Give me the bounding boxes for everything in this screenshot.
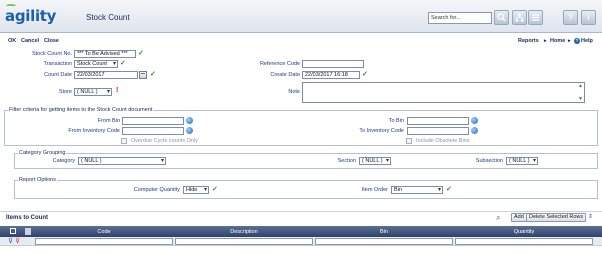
from-bin-field[interactable]	[122, 117, 184, 125]
list-icon	[531, 14, 540, 21]
description-filter-input[interactable]	[175, 238, 313, 245]
overdue-checkbox[interactable]	[121, 138, 127, 144]
ok-button[interactable]: OK	[8, 38, 16, 44]
info-icon: i	[587, 13, 590, 22]
bin-filter-input[interactable]	[315, 238, 453, 245]
stock-count-no-label: Stock Count No.	[31, 51, 72, 57]
create-date-field[interactable]: 22/03/2017 16:18	[302, 71, 360, 79]
clear-filter-icon[interactable]: ⊽	[15, 237, 20, 245]
add-button[interactable]: Add	[511, 213, 527, 222]
collapse-icon[interactable]: ⇕	[588, 213, 593, 220]
section-label: Section	[337, 158, 356, 164]
home-link[interactable]: Home	[550, 38, 565, 44]
report-options-title: Report Options	[18, 177, 57, 183]
to-inventory-code-label: To Inventory Code	[359, 128, 404, 134]
obsolete-bins-label: Include Obsolete Bins	[416, 138, 470, 144]
question-icon: ?	[568, 13, 573, 22]
calendar-icon[interactable]	[139, 71, 147, 79]
count-date-label: Count Date	[44, 72, 72, 78]
valid-check-icon: ✓	[212, 186, 218, 193]
to-bin-field[interactable]	[407, 117, 469, 125]
from-bin-label: From Bin	[97, 118, 120, 124]
quantity-filter-input[interactable]	[455, 238, 593, 245]
from-inventory-code-field[interactable]	[122, 127, 184, 135]
required-icon: !	[116, 87, 119, 94]
obsolete-bins-checkbox[interactable]	[406, 138, 412, 144]
computer-quantity-select[interactable]: Hide	[183, 186, 209, 194]
column-header-bin[interactable]: Bin	[314, 229, 454, 235]
reference-code-label: Reference Code	[259, 61, 300, 67]
delete-selected-rows-button[interactable]: Delete Selected Rows	[526, 213, 587, 222]
menu-bar: OK Cancel Close Reports ▸ Home ▸ ? Help	[0, 37, 602, 46]
search-icon	[497, 13, 506, 22]
binoculars-icon[interactable]: ⌕	[496, 213, 500, 223]
item-order-label: Item Order	[361, 187, 388, 193]
items-title: Items to Count	[6, 215, 48, 221]
category-label: Category	[52, 158, 75, 164]
items-grid-filter-row: ⊽ ⊽	[0, 237, 602, 246]
valid-check-icon: ✓	[150, 71, 156, 78]
lookup-icon[interactable]	[186, 127, 193, 134]
reports-menu[interactable]: Reports	[518, 38, 539, 44]
section-select[interactable]: ( NULL )	[359, 157, 391, 165]
report-options-group	[14, 180, 598, 199]
search-button[interactable]	[494, 10, 509, 25]
column-header-description[interactable]: Description	[174, 229, 314, 235]
from-inventory-code-label: From Inventory Code	[68, 128, 120, 134]
reference-code-field[interactable]	[302, 60, 364, 68]
transaction-label: Transaction	[43, 61, 72, 67]
logo: agility	[5, 7, 57, 25]
to-bin-label: To Bin	[388, 118, 404, 124]
item-order-select[interactable]: Bin	[391, 186, 443, 194]
store-select[interactable]: ( NULL )	[74, 88, 112, 96]
network-button[interactable]	[512, 10, 527, 25]
items-grid-header: Code Description Bin Quantity	[0, 226, 602, 237]
scroll-up-icon[interactable]: ▲	[578, 83, 583, 89]
valid-check-icon: ✓	[446, 186, 452, 193]
lookup-icon[interactable]	[471, 127, 478, 134]
filter-group-title: Filter criteria for getting items to the…	[8, 107, 154, 113]
subsection-label: Subsection	[475, 158, 503, 164]
to-inventory-code-field[interactable]	[407, 127, 469, 135]
category-select[interactable]: ( NULL )	[78, 157, 166, 165]
page-title: Stock Count	[86, 13, 130, 22]
info-button[interactable]: i	[581, 10, 596, 25]
column-header-code[interactable]: Code	[34, 229, 174, 235]
document-icon[interactable]	[25, 228, 31, 235]
store-label: Store	[58, 89, 72, 95]
code-filter-input[interactable]	[35, 238, 173, 245]
subsection-select[interactable]: ( NULL )	[506, 157, 538, 165]
note-textarea[interactable]: ▲ ▼	[302, 82, 585, 103]
search-input[interactable]: Search for...	[428, 12, 492, 24]
computer-quantity-label: Computer Quantity	[133, 187, 180, 193]
lookup-icon[interactable]	[186, 117, 193, 124]
items-toolbar: Items to Count ⌕ Add Delete Selected Row…	[0, 211, 602, 223]
overdue-label: Overdue Cycle counts Only	[131, 138, 198, 144]
valid-check-icon: ✓	[138, 50, 144, 57]
column-header-quantity[interactable]: Quantity	[454, 229, 594, 235]
count-date-field[interactable]: 22/03/2017	[74, 71, 138, 79]
network-icon	[515, 13, 524, 22]
reports-arrow-icon: ▸	[544, 38, 547, 44]
top-bar: agility Stock Count Search for... ? i	[0, 0, 602, 33]
close-button[interactable]: Close	[44, 38, 59, 44]
lookup-icon[interactable]	[471, 117, 478, 124]
scroll-down-icon[interactable]: ▼	[578, 96, 583, 102]
transaction-select[interactable]: Stock Count	[74, 60, 118, 68]
create-date-label: Create Date	[270, 72, 300, 78]
valid-check-icon: ✓	[362, 71, 368, 78]
edit-icon[interactable]	[10, 228, 16, 234]
help-button[interactable]: ?	[563, 10, 578, 25]
help-link[interactable]: Help	[581, 38, 593, 44]
stock-count-no-field[interactable]: *** To Be Advised ***	[74, 50, 136, 58]
cancel-button[interactable]: Cancel	[21, 38, 39, 44]
list-button[interactable]	[528, 10, 543, 25]
help-circle-icon: ?	[574, 38, 580, 44]
note-label: Note	[288, 89, 300, 95]
valid-check-icon: ✓	[120, 60, 126, 67]
home-arrow-icon: ▸	[568, 38, 571, 44]
category-group-title: Category Grouping	[18, 150, 67, 156]
filter-icon[interactable]: ⊽	[8, 237, 13, 245]
